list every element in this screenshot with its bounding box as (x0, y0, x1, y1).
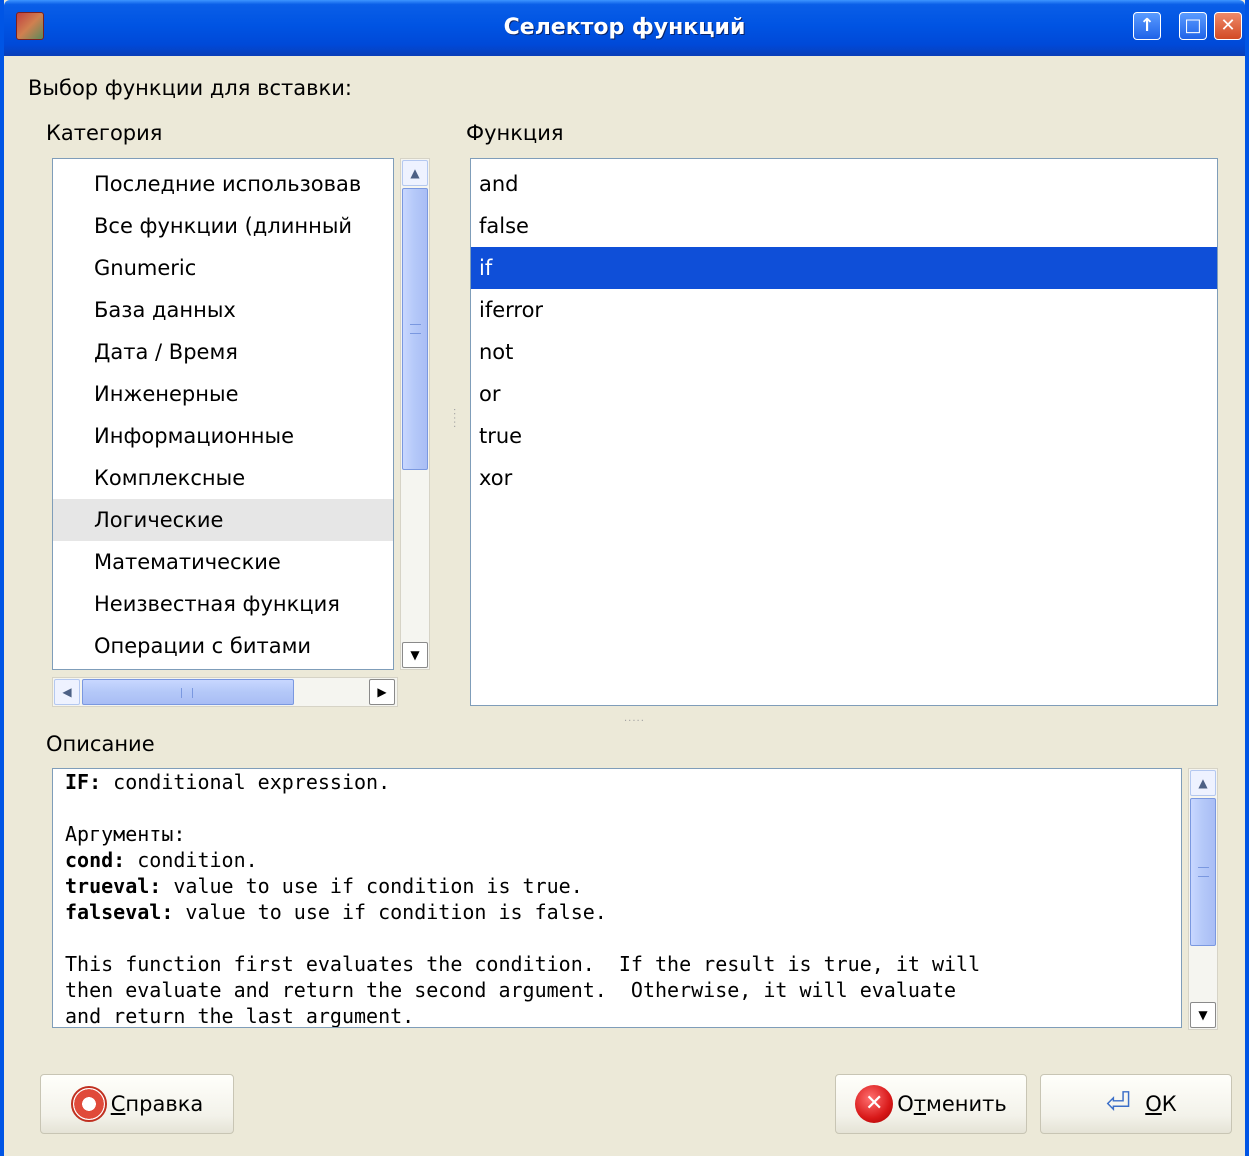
function-item[interactable]: or (471, 373, 1217, 415)
category-item[interactable]: Все функции (длинный (53, 205, 393, 247)
window-title: Селектор функций (503, 15, 746, 40)
description-text-span: then evaluate and return the second argu… (65, 978, 957, 1002)
category-label: Категория (46, 121, 163, 145)
description-term: IF: (65, 770, 102, 794)
description-line (65, 795, 1175, 821)
lifebuoy-icon (70, 1086, 107, 1122)
close-button[interactable]: ✕ (1214, 12, 1242, 40)
description-line: falseval: value to use if condition is f… (65, 899, 1175, 925)
function-item[interactable]: false (471, 205, 1217, 247)
description-line: IF: conditional expression. (65, 769, 1175, 795)
scroll-up-icon[interactable]: ▲ (1190, 770, 1216, 796)
help-button[interactable]: Справка (40, 1074, 234, 1134)
cancel-icon: ✕ (855, 1085, 894, 1123)
description-content: IF: conditional expression. Аргументы: con… (65, 769, 1175, 1028)
description-line: then evaluate and return the second argu… (65, 977, 1175, 1003)
description-text-span: condition. (125, 848, 258, 872)
category-vscrollbar[interactable]: ▲ ▼ (400, 158, 430, 670)
description-text-span: value to use if condition is true. (161, 874, 583, 898)
maximize-button[interactable]: □ (1179, 12, 1207, 40)
description-label: Описание (46, 732, 155, 756)
category-hscroll-thumb[interactable] (82, 679, 294, 705)
description-line: This function first evaluates the condit… (65, 951, 1175, 977)
description-line (65, 925, 1175, 951)
category-item[interactable]: Последние использовав (53, 163, 393, 205)
description-vscroll-thumb[interactable] (1190, 798, 1216, 946)
pane-splitter-vertical[interactable]: ····· (448, 408, 459, 429)
scroll-down-icon[interactable]: ▼ (1190, 1002, 1216, 1028)
description-text-span: value to use if condition is false. (173, 900, 607, 924)
ok-button[interactable]: ⏎ ОК (1040, 1074, 1232, 1134)
scroll-down-icon[interactable]: ▼ (402, 642, 428, 668)
grip-icon (181, 688, 193, 698)
function-item[interactable]: iferror (471, 289, 1217, 331)
category-hscrollbar[interactable]: ◀ ▶ (52, 677, 398, 707)
description-term: trueval: (65, 874, 162, 898)
category-item[interactable]: Дата / Время (53, 331, 393, 373)
category-item[interactable]: Неизвестная функция (53, 583, 393, 625)
title-bar[interactable]: Селектор функций ↑ □ ✕ (4, 0, 1245, 56)
description-line: Аргументы: (65, 821, 1175, 847)
description-line: trueval: value to use if condition is tr… (65, 873, 1175, 899)
category-item[interactable]: Логические (53, 499, 393, 541)
description-text-span: Аргументы: (65, 822, 186, 846)
function-label: Функция (466, 121, 564, 145)
description-vscrollbar[interactable]: ▲ ▼ (1188, 768, 1218, 1030)
description-line: cond: condition. (65, 847, 1175, 873)
function-selector-dialog: Селектор функций ↑ □ ✕ Выбор функции для… (0, 0, 1249, 1156)
description-text-span: conditional expression. (101, 770, 391, 794)
description-text[interactable]: IF: conditional expression. Аргументы: con… (52, 768, 1182, 1028)
prompt-label: Выбор функции для вставки: (28, 76, 352, 100)
category-list[interactable]: Последние использовав Все функции (длинны… (52, 158, 394, 670)
category-item[interactable]: Информационные (53, 415, 393, 457)
function-list[interactable]: and false if iferror not or true xor (470, 158, 1218, 706)
function-item[interactable]: not (471, 331, 1217, 373)
cancel-button-label: Отменить (897, 1092, 1007, 1116)
grip-icon (1198, 867, 1209, 877)
pane-splitter-horizontal[interactable]: ····· (624, 716, 645, 727)
cancel-button[interactable]: ✕ Отменить (835, 1074, 1027, 1134)
help-title-button[interactable]: ↑ (1133, 12, 1161, 40)
scroll-left-icon[interactable]: ◀ (54, 679, 80, 705)
function-item[interactable]: xor (471, 457, 1217, 499)
ok-button-label: ОК (1145, 1092, 1177, 1116)
function-item[interactable]: if (471, 247, 1217, 289)
category-item[interactable]: Операции с битами (53, 625, 393, 667)
description-text-span: This function first evaluates the condit… (65, 952, 981, 976)
function-item[interactable]: true (471, 415, 1217, 457)
ok-arrow-icon: ⏎ (1105, 1086, 1131, 1121)
description-text-span: and return the last argument. (65, 1004, 415, 1028)
description-term: cond: (65, 848, 126, 872)
function-item[interactable]: and (471, 163, 1217, 205)
category-item[interactable]: Gnumeric (53, 247, 393, 289)
category-vscroll-thumb[interactable] (402, 188, 428, 470)
category-item[interactable]: База данных (53, 289, 393, 331)
category-item[interactable]: Математические (53, 541, 393, 583)
description-term: falseval: (65, 900, 174, 924)
description-line: and return the last argument. (65, 1003, 1175, 1028)
scroll-up-icon[interactable]: ▲ (402, 160, 428, 186)
help-button-label: Справка (110, 1092, 204, 1116)
grip-icon (410, 324, 421, 334)
category-item[interactable]: Инженерные (53, 373, 393, 415)
scroll-right-icon[interactable]: ▶ (369, 679, 395, 705)
category-item[interactable]: Комплексные (53, 457, 393, 499)
